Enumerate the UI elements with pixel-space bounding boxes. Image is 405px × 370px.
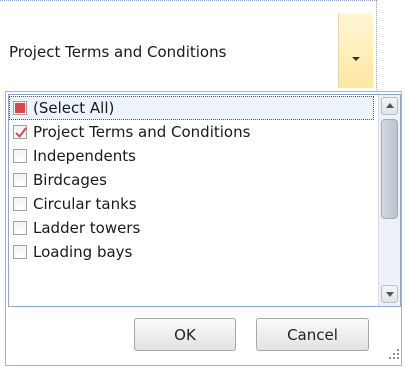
checkbox-icon[interactable]: [13, 173, 27, 187]
scrollbar-thumb[interactable]: [381, 119, 398, 219]
list-item[interactable]: Ladder towers: [9, 216, 374, 240]
cell-border-right: [376, 0, 377, 90]
list-item[interactable]: Circular tanks: [9, 192, 374, 216]
list-item[interactable]: Independents: [9, 144, 374, 168]
checkbox-checked-icon[interactable]: [13, 125, 27, 139]
list-item-label: Loading bays: [33, 243, 133, 261]
dropdown-button[interactable]: [338, 13, 373, 88]
list-item-label: Ladder towers: [33, 219, 141, 237]
cell-border-top: [0, 0, 377, 1]
ok-button[interactable]: OK: [134, 318, 236, 351]
checkbox-icon[interactable]: [13, 245, 27, 259]
list-item-label: Circular tanks: [33, 195, 137, 213]
arrow-up-icon: [386, 103, 394, 108]
checkbox-partial-icon[interactable]: [13, 101, 27, 115]
checkbox-icon[interactable]: [13, 221, 27, 235]
checkbox-icon[interactable]: [13, 149, 27, 163]
list-item[interactable]: Project Terms and Conditions: [9, 120, 374, 144]
list-item-label: Birdcages: [33, 171, 107, 189]
list-item[interactable]: Birdcages: [9, 168, 374, 192]
list-item-select-all[interactable]: (Select All): [9, 96, 374, 120]
scroll-down-button[interactable]: [381, 285, 398, 303]
list-item-label: Independents: [33, 147, 136, 165]
scroll-up-button[interactable]: [381, 97, 398, 115]
resize-grip-icon[interactable]: [389, 349, 401, 361]
list-item[interactable]: Loading bays: [9, 240, 374, 264]
filter-combo-value[interactable]: Project Terms and Conditions: [9, 43, 226, 61]
checkbox-icon[interactable]: [13, 197, 27, 211]
list-item-label: (Select All): [33, 99, 115, 117]
vertical-scrollbar[interactable]: [378, 95, 400, 306]
list-item-label: Project Terms and Conditions: [33, 123, 251, 141]
chevron-down-icon: [352, 57, 360, 61]
arrow-down-icon: [386, 292, 394, 297]
cancel-button[interactable]: Cancel: [256, 318, 369, 351]
filter-listbox[interactable]: (Select All) Project Terms and Condition…: [8, 94, 401, 307]
